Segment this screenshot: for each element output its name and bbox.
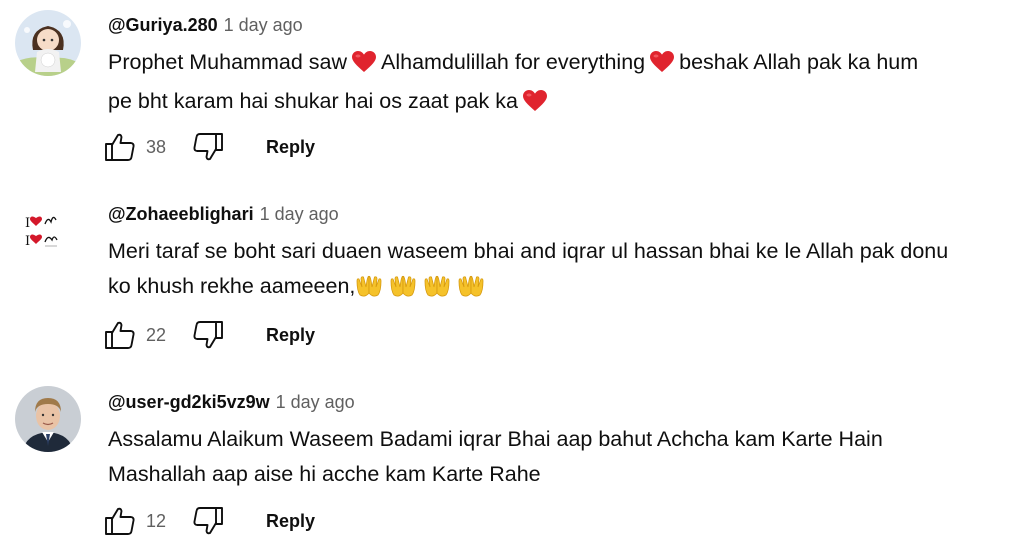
comment-actions: 22 Reply — [104, 319, 364, 351]
reply-button[interactable]: Reply — [266, 323, 315, 347]
comment-text-line: Meri taraf se boht sari duaen waseem bha… — [108, 239, 949, 263]
author-name[interactable]: @Zohaeeblighari — [108, 204, 254, 224]
open-hands-icon — [389, 273, 417, 310]
red-heart-icon — [352, 49, 376, 84]
comment-time[interactable]: 1 day ago — [260, 204, 339, 224]
open-hands-icon — [355, 273, 383, 310]
svg-text:I: I — [25, 234, 30, 249]
thumbs-up-icon[interactable] — [104, 505, 136, 537]
comment-text-line: Assalamu Alaikum Waseem Badami iqrar Bha… — [108, 427, 883, 451]
comment-text: Assalamu Alaikum Waseem Badami iqrar Bha… — [108, 422, 1008, 492]
thumbs-up-icon[interactable] — [104, 319, 136, 351]
thumbs-down-icon[interactable] — [192, 319, 224, 351]
open-hands-icon — [457, 273, 485, 310]
comment-text: Prophet Muhammad saw Alhamdulillah for ev… — [108, 45, 1008, 123]
comment-actions: 38 Reply — [104, 131, 364, 163]
comment-actions: 12 Reply — [104, 505, 364, 537]
like-count: 38 — [146, 137, 167, 157]
reply-button[interactable]: Reply — [266, 135, 315, 159]
comment-time[interactable]: 1 day ago — [276, 392, 355, 412]
thumbs-up-icon[interactable] — [104, 131, 136, 163]
thumbs-down-icon[interactable] — [192, 131, 224, 163]
like-count: 22 — [146, 325, 167, 345]
comment-header: @Guriya.280 1 day ago — [108, 14, 303, 36]
author-name[interactable]: @Guriya.280 — [108, 15, 218, 35]
comment-header: @Zohaeeblighari 1 day ago — [108, 203, 339, 225]
red-heart-icon — [522, 88, 547, 123]
comment-text-line: pe bht karam hai shukar hai os zaat pak … — [108, 89, 518, 113]
comment-text-line: Mashallah aap aise hi acche kam Karte Ra… — [108, 462, 541, 486]
author-avatar[interactable] — [15, 386, 81, 452]
comment-time[interactable]: 1 day ago — [224, 15, 303, 35]
thumbs-down-icon[interactable] — [192, 505, 224, 537]
reply-button[interactable]: Reply — [266, 509, 315, 533]
comment-text-part: Prophet Muhammad saw — [108, 50, 347, 74]
comment-text-part: beshak Allah pak ka hum — [679, 50, 919, 74]
author-name[interactable]: @user-gd2ki5vz9w — [108, 392, 270, 412]
svg-text:I: I — [25, 216, 30, 231]
comment-text-part: Alhamdulillah for everything — [381, 50, 646, 74]
comment-text-line: ko khush rekhe aameeen, — [108, 274, 356, 298]
author-avatar[interactable]: I I — [15, 198, 81, 264]
author-avatar[interactable] — [15, 10, 81, 76]
red-heart-icon — [650, 49, 675, 84]
like-count: 12 — [146, 511, 167, 531]
comment-header: @user-gd2ki5vz9w 1 day ago — [108, 391, 355, 413]
comment-text: Meri taraf se boht sari duaen waseem bha… — [108, 234, 1008, 310]
open-hands-icon — [423, 273, 451, 310]
